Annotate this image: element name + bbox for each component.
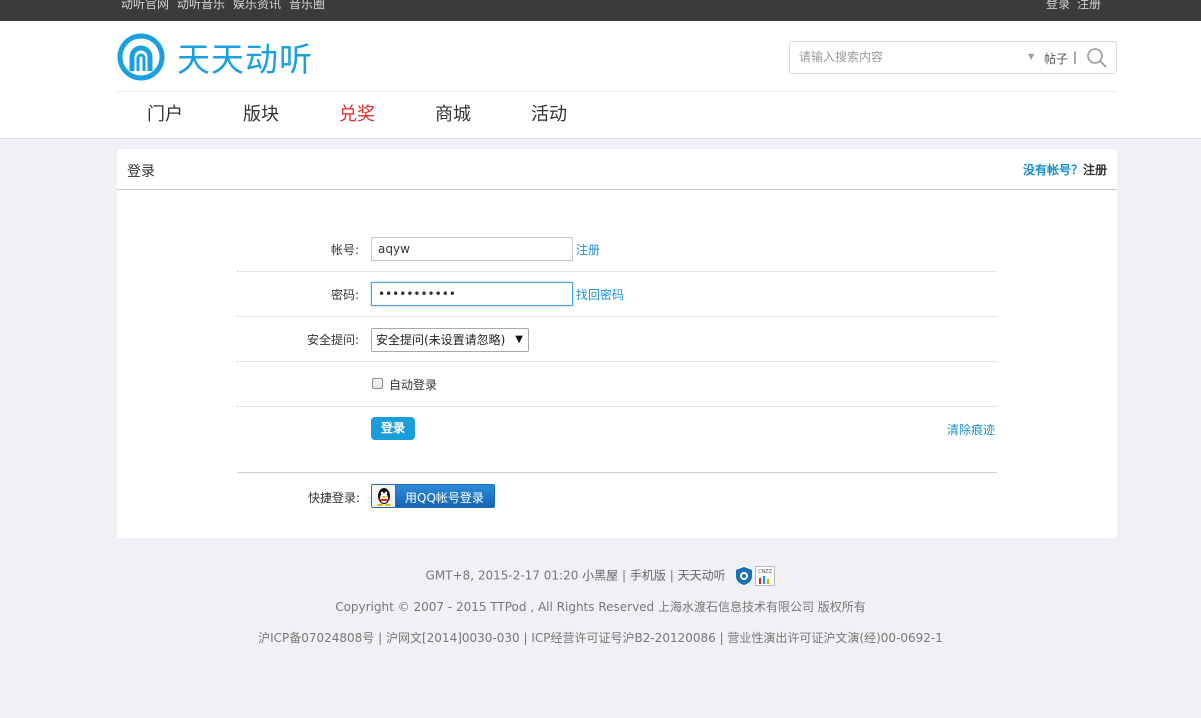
- header: 天天动听 ▼ 帖子 | 门户 版块 兑奖 商城 活动: [0, 21, 1201, 139]
- security-question-row: 安全提问: 安全提问(未设置请忽略) ▼: [237, 317, 997, 362]
- dropdown-arrow-icon: ▼: [515, 334, 523, 345]
- search-separator: |: [1073, 50, 1078, 64]
- main-nav: 门户 版块 兑奖 商城 活动: [117, 93, 597, 139]
- top-links: 动听官网 动听音乐 娱乐资讯 音乐圈: [121, 0, 325, 12]
- chevron-down-icon[interactable]: ▼: [1028, 52, 1034, 61]
- search-icon[interactable]: [1086, 47, 1108, 69]
- footer-link-blacklist[interactable]: 小黑屋: [582, 569, 618, 583]
- logo-icon: [117, 33, 165, 81]
- footer-line-3: 沪ICP备07024808号 | 沪网文[2014]0030-030 | ICP…: [0, 629, 1201, 646]
- password-label: 密码:: [330, 288, 359, 302]
- footer-badges: CNZZ: [735, 566, 776, 586]
- security-question-select[interactable]: 安全提问(未设置请忽略) ▼: [371, 328, 529, 352]
- top-auth-links: 登录 注册: [1046, 0, 1101, 12]
- login-panel: 登录 没有帐号？注册 帐号: 注册 密码: 找回密码 安全提问: 安全提问(未设…: [117, 149, 1117, 538]
- search-input[interactable]: [799, 50, 1019, 64]
- qq-penguin-icon: [377, 488, 391, 507]
- submit-row: 登录 清除痕迹: [237, 407, 997, 473]
- login-button[interactable]: 登录: [371, 417, 415, 440]
- footer-link-mobile[interactable]: 手机版: [630, 569, 666, 583]
- forgot-password-link[interactable]: 找回密码: [576, 286, 624, 303]
- qq-login-button[interactable]: 用QQ帐号登录: [371, 484, 495, 508]
- footer-time: GMT+8, 2015-2-17 01:20: [425, 568, 579, 583]
- top-register-link[interactable]: 注册: [1077, 0, 1101, 12]
- footer-line-1: GMT+8, 2015-2-17 01:20 小黑屋 | 手机版 | 天天动听 …: [0, 566, 1201, 586]
- top-link-official[interactable]: 动听官网: [121, 0, 169, 12]
- search-type-select[interactable]: 帖子: [1044, 50, 1068, 67]
- account-input[interactable]: [371, 237, 573, 261]
- footer-licenses: 沪ICP备07024808号 | 沪网文[2014]0030-030 | ICP…: [258, 631, 943, 645]
- password-row: 密码: 找回密码: [237, 272, 997, 317]
- nav-redeem[interactable]: 兑奖: [309, 93, 405, 139]
- top-login-link[interactable]: 登录: [1046, 0, 1070, 12]
- security-shield-icon[interactable]: [735, 566, 753, 586]
- no-account-link[interactable]: 没有帐号？注册: [1023, 161, 1107, 178]
- panel-header: 登录 没有帐号？注册: [117, 149, 1117, 190]
- cnzz-badge-text: CNZZ: [758, 569, 773, 575]
- header-divider: [117, 91, 1117, 92]
- clear-traces-link[interactable]: 清除痕迹: [947, 421, 995, 438]
- nav-events[interactable]: 活动: [501, 93, 597, 139]
- top-bar: 动听官网 动听音乐 娱乐资讯 音乐圈 登录 注册: [0, 0, 1201, 21]
- auto-login-row: 自动登录: [237, 362, 997, 407]
- register-link[interactable]: 注册: [576, 241, 600, 258]
- nav-portal[interactable]: 门户: [117, 93, 213, 139]
- nav-forums[interactable]: 版块: [213, 93, 309, 139]
- no-account-text[interactable]: 没有帐号？: [1023, 163, 1083, 177]
- footer-copyright: Copyright © 2007 - 2015 TTPod , All Righ…: [335, 600, 866, 614]
- security-question-label: 安全提问:: [306, 333, 359, 347]
- logo-text: 天天动听: [177, 40, 313, 79]
- footer-sep: |: [669, 568, 674, 583]
- top-link-news[interactable]: 娱乐资讯: [233, 0, 281, 12]
- footer-sep: |: [622, 568, 627, 583]
- nav-store[interactable]: 商城: [405, 93, 501, 139]
- site-logo[interactable]: 天天动听: [117, 33, 313, 81]
- auto-login-label[interactable]: 自动登录: [389, 376, 437, 393]
- panel-register-link[interactable]: 注册: [1083, 163, 1107, 177]
- top-link-music[interactable]: 动听音乐: [177, 0, 225, 12]
- account-label: 帐号:: [330, 243, 359, 257]
- qq-login-label: 用QQ帐号登录: [405, 491, 484, 505]
- search-box: ▼ 帖子 |: [789, 41, 1117, 74]
- panel-title: 登录: [127, 164, 155, 180]
- quick-login-label: 快捷登录:: [308, 491, 361, 505]
- security-question-value: 安全提问(未设置请忽略): [376, 333, 506, 347]
- top-link-circle[interactable]: 音乐圈: [289, 0, 325, 12]
- footer-line-2: Copyright © 2007 - 2015 TTPod , All Righ…: [0, 598, 1201, 615]
- auto-login-checkbox[interactable]: [372, 378, 383, 389]
- cnzz-stats-icon[interactable]: CNZZ: [755, 566, 776, 586]
- qq-icon-wrap: [372, 485, 396, 507]
- password-input[interactable]: [371, 282, 573, 306]
- footer-link-ttpod[interactable]: 天天动听: [678, 569, 726, 583]
- account-row: 帐号: 注册: [237, 227, 997, 272]
